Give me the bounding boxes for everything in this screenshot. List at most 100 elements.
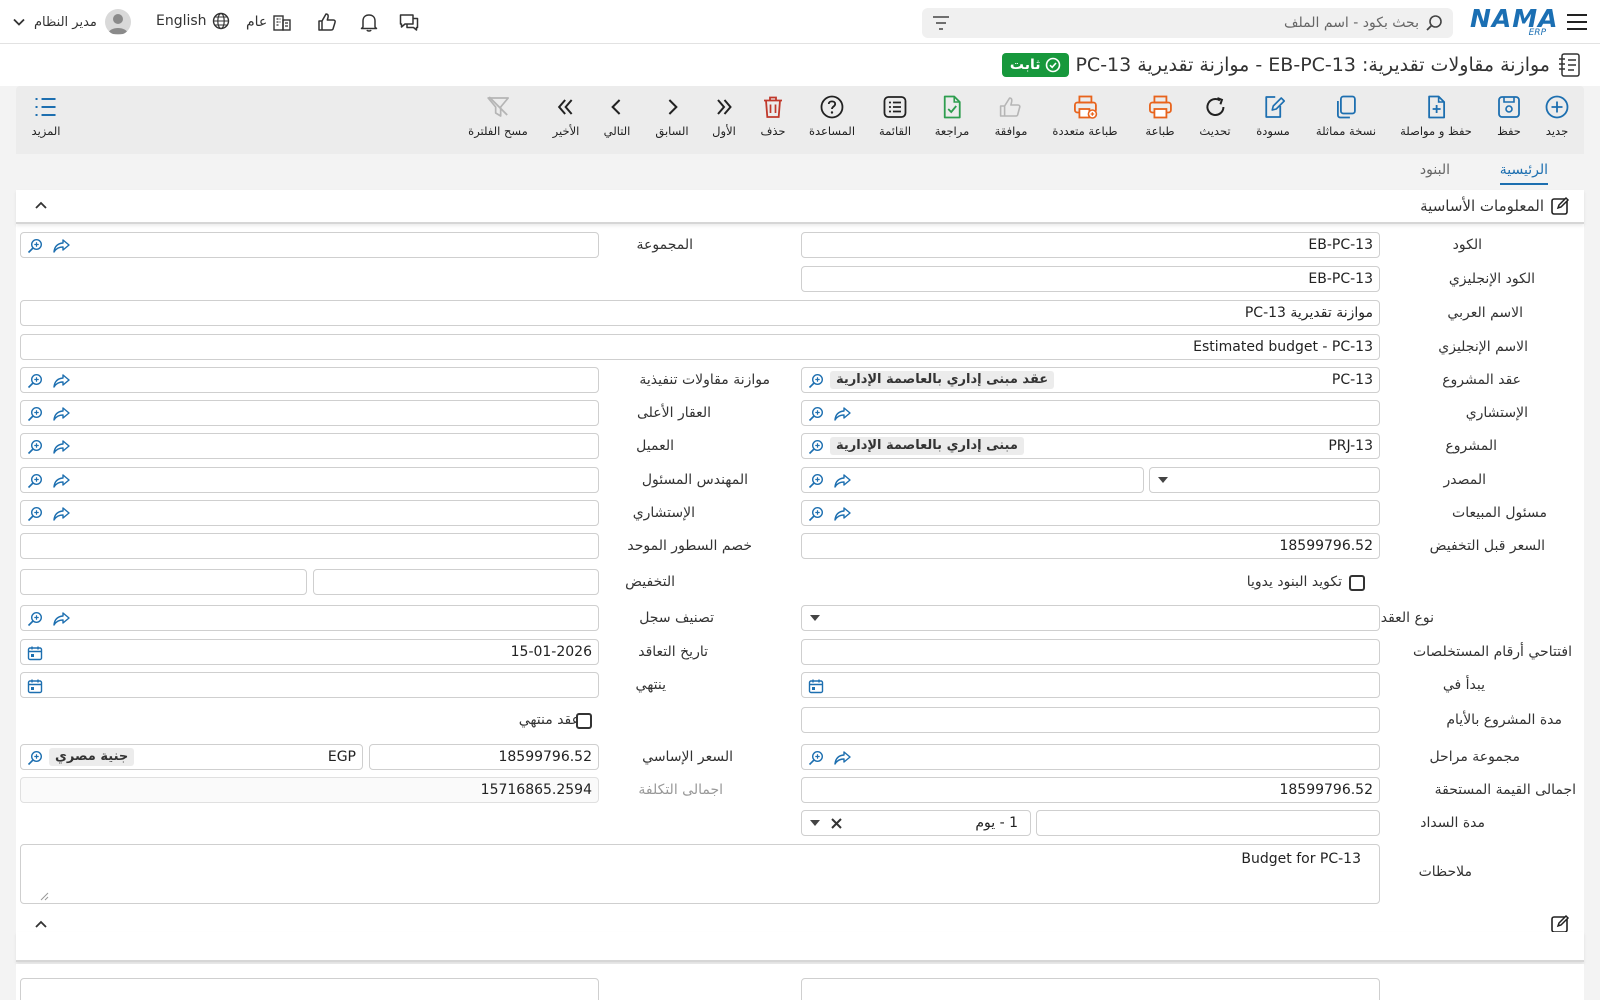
review-button[interactable]: مراجعة — [935, 94, 969, 138]
share-icon[interactable] — [53, 406, 70, 422]
search-plus-icon[interactable] — [808, 439, 824, 455]
search-input[interactable] — [979, 13, 1419, 33]
duration-days-field[interactable] — [801, 707, 1380, 733]
search-plus-icon[interactable] — [27, 506, 43, 522]
en-name-field[interactable]: Estimated budget - PC-13 — [20, 334, 1380, 360]
notes-textarea[interactable]: Budget for PC-13 — [20, 844, 1380, 904]
close-icon[interactable] — [830, 817, 843, 830]
chevron-up-icon[interactable] — [34, 199, 48, 211]
new-button[interactable]: جديد — [1544, 94, 1570, 138]
next-button[interactable]: التالي — [604, 94, 630, 138]
chevron-up-icon[interactable] — [34, 918, 48, 930]
multi-print-button[interactable]: طباعة متعددة — [1052, 94, 1118, 138]
en-code-field[interactable]: EB-PC-13 — [801, 266, 1380, 292]
group-field[interactable] — [20, 232, 599, 258]
chat-icon[interactable] — [398, 11, 420, 33]
tab-items[interactable]: البنود — [1420, 162, 1450, 183]
search-plus-icon[interactable] — [27, 439, 43, 455]
payment-period-unit-dropdown[interactable]: 1 - يوم — [801, 810, 1031, 836]
calendar-icon[interactable] — [808, 678, 824, 694]
responsible-engineer-field[interactable] — [20, 467, 599, 493]
duplicate-button[interactable]: نسخة مماثلة — [1316, 94, 1376, 138]
search-plus-icon[interactable] — [27, 750, 43, 766]
delete-button[interactable]: حذف — [760, 94, 786, 138]
calendar-icon[interactable] — [27, 645, 43, 661]
search-plus-icon[interactable] — [27, 406, 43, 422]
source-dropdown[interactable] — [1149, 467, 1380, 493]
discount-percent-field[interactable] — [313, 569, 599, 595]
price-before-discount-field[interactable]: 18599796.52 — [801, 533, 1380, 559]
share-icon[interactable] — [53, 439, 70, 455]
search-plus-icon[interactable] — [808, 506, 824, 522]
search-plus-icon[interactable] — [808, 473, 824, 489]
menu-icon[interactable] — [1566, 13, 1588, 31]
search-plus-icon[interactable] — [27, 473, 43, 489]
section-header-basic-info[interactable]: المعلومات الأساسية — [16, 190, 1584, 224]
discount-value-field[interactable] — [20, 569, 307, 595]
print-button[interactable]: طباعة — [1145, 94, 1175, 138]
approve-button[interactable]: موافقة — [995, 94, 1027, 138]
unified-line-discount-field[interactable] — [20, 533, 599, 559]
more-button[interactable]: المزيد — [32, 94, 60, 138]
search-plus-icon[interactable] — [808, 750, 824, 766]
share-icon[interactable] — [834, 473, 851, 489]
file-2-field[interactable] — [20, 978, 599, 1000]
share-icon[interactable] — [53, 506, 70, 522]
search-plus-icon[interactable] — [27, 373, 43, 389]
thumbs-up-icon[interactable] — [316, 11, 338, 33]
search-plus-icon[interactable] — [27, 611, 43, 627]
last-button[interactable]: الأخير — [553, 94, 579, 138]
search-plus-icon[interactable] — [27, 238, 43, 254]
stages-group-field[interactable] — [801, 744, 1380, 770]
total-due-field[interactable]: 18599796.52 — [801, 777, 1380, 803]
payment-period-number-field[interactable] — [1036, 810, 1380, 836]
source-lookup-field[interactable] — [801, 467, 1144, 493]
starts-at-field[interactable] — [801, 672, 1380, 698]
base-price-field[interactable]: 18599796.52 — [369, 744, 599, 770]
search-plus-icon[interactable] — [808, 373, 824, 389]
resize-handle-icon[interactable] — [39, 891, 49, 901]
share-icon[interactable] — [834, 506, 851, 522]
branch-switch[interactable]: عام — [246, 12, 292, 32]
filter-icon[interactable] — [932, 15, 950, 31]
consultant-field[interactable] — [801, 400, 1380, 426]
help-button[interactable]: المساعدة — [809, 94, 855, 138]
share-icon[interactable] — [834, 750, 851, 766]
share-icon[interactable] — [53, 373, 70, 389]
consultant2-field[interactable] — [20, 500, 599, 526]
calendar-icon[interactable] — [27, 678, 43, 694]
record-class-field[interactable] — [20, 605, 599, 631]
nama-logo[interactable]: NAMA ERP — [1470, 4, 1558, 40]
search-plus-icon[interactable] — [808, 406, 824, 422]
ends-field[interactable] — [20, 672, 599, 698]
project-contract-field[interactable]: PC-13 عقد مبنى إداري بالعاصمة الإدارية — [801, 367, 1380, 393]
ar-name-field[interactable]: موازنة تقديرية PC-13 — [20, 300, 1380, 326]
section-header-2[interactable] — [16, 912, 1584, 933]
manual-item-coding-checkbox[interactable] — [1349, 575, 1365, 591]
sales-person-field[interactable] — [801, 500, 1380, 526]
bell-icon[interactable] — [358, 11, 380, 33]
save-continue-button[interactable]: حفظ و مواصلة — [1400, 94, 1472, 138]
share-icon[interactable] — [53, 473, 70, 489]
user-menu[interactable]: مدير النظام — [12, 9, 131, 35]
previous-button[interactable]: السابق — [655, 94, 689, 138]
extract-prefix-field[interactable] — [801, 639, 1380, 665]
search-icon[interactable] — [1425, 14, 1443, 32]
contract-type-dropdown[interactable] — [801, 605, 1380, 631]
parent-property-field[interactable] — [20, 400, 599, 426]
refresh-button[interactable]: تحديث — [1199, 94, 1231, 138]
project-field[interactable]: PRJ-13 مبنى إداري بالعاصمة الإدارية — [801, 433, 1380, 459]
exec-budget-field[interactable] — [20, 367, 599, 393]
share-icon[interactable] — [53, 611, 70, 627]
currency-field[interactable]: EGP جنية مصري — [20, 744, 363, 770]
file-1-field[interactable] — [801, 978, 1380, 1000]
finished-contract-checkbox[interactable] — [576, 713, 592, 729]
clear-filter-button[interactable]: مسح الفلترة — [468, 94, 528, 138]
list-button[interactable]: القائمة — [879, 94, 911, 138]
share-icon[interactable] — [834, 406, 851, 422]
language-switch[interactable]: English — [156, 12, 230, 30]
customer-field[interactable] — [20, 433, 599, 459]
share-icon[interactable] — [53, 238, 70, 254]
code-field[interactable]: EB-PC-13 — [801, 232, 1380, 258]
save-button[interactable]: حفظ — [1496, 94, 1522, 138]
